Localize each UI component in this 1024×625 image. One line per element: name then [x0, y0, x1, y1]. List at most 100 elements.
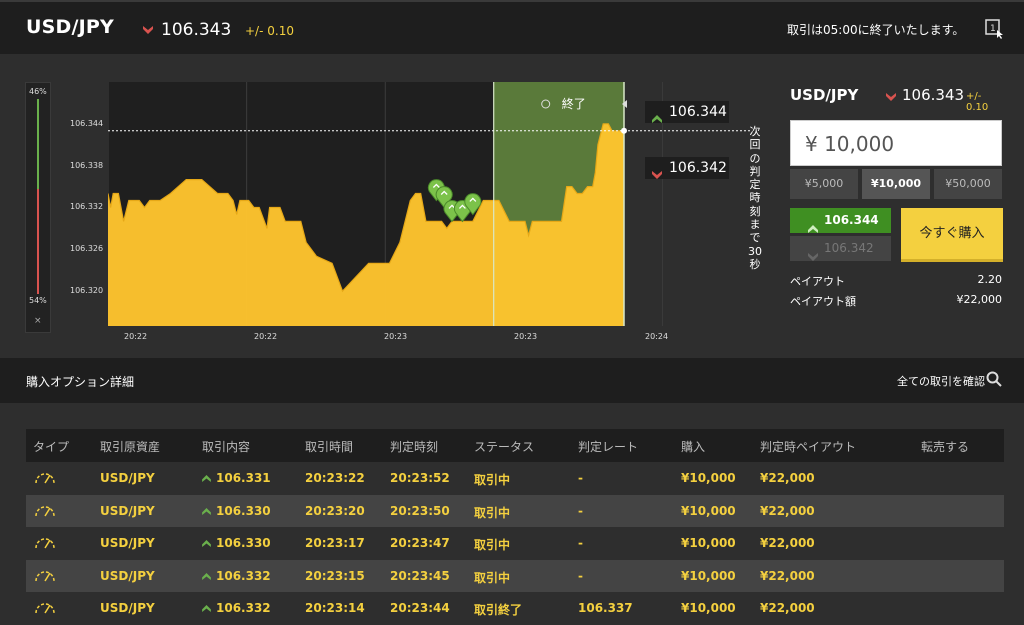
cell-payout: ¥22,000	[760, 471, 815, 485]
cell-buy: ¥10,000	[681, 536, 736, 551]
gauge-high-pct: 46%	[29, 87, 47, 96]
low-rate-tag: 106.342	[645, 157, 729, 179]
column-header: 購入	[681, 440, 706, 454]
cell-time: 20:23:14	[305, 601, 365, 616]
cell-status: 取引中	[474, 538, 511, 553]
cell-status: 取引中	[474, 570, 511, 585]
cell-buy: ¥10,000	[681, 503, 736, 518]
payout-row: ペイアウト 2.20	[790, 273, 1004, 289]
cell-payout: ¥22,000	[760, 503, 815, 518]
cell-time: 20:23:22	[305, 471, 365, 485]
table-row[interactable]: USD/JPY 106.331 20:23:22 20:23:52 取引中 - ¥10,00…	[26, 462, 1004, 495]
all-trades-link[interactable]: 全ての取引を確認	[897, 373, 985, 389]
table-row[interactable]: USD/JPY 106.332 20:23:14 20:23:44 取引終了 106.33…	[26, 592, 1004, 625]
cell-judge: 20:23:45	[390, 568, 450, 583]
cell-payout: ¥22,000	[760, 568, 815, 583]
cell-pair: USD/JPY	[100, 601, 155, 616]
y-tick-label: 106.320	[70, 286, 104, 296]
low-button-label: 106.342	[824, 241, 874, 255]
x-tick-label: 20:22	[254, 332, 278, 341]
cell-rate-value: 106.331	[216, 471, 271, 485]
cell-payout: ¥22,000	[760, 601, 815, 616]
column-header: 判定時刻	[390, 440, 439, 454]
cell-judge-rate: -	[578, 503, 583, 518]
cell-judge: 20:23:47	[390, 536, 450, 551]
cell-time: 20:23:20	[305, 503, 365, 518]
price-down-icon	[143, 26, 153, 34]
cell-rate-value: 106.330	[216, 503, 271, 518]
cell-status: 取引終了	[474, 603, 523, 618]
closing-notice: 取引は05:00に終了いたします。	[787, 23, 965, 37]
x-tick-label: 20:23	[384, 332, 408, 341]
cell-pair: USD/JPY	[100, 471, 155, 485]
cell-judge-rate: -	[578, 568, 583, 583]
speedometer-icon	[34, 501, 56, 522]
y-tick-label: 106.344	[70, 118, 104, 128]
amount-input[interactable]: ¥ 10,000	[790, 120, 1002, 166]
down-arrow-icon	[652, 164, 662, 186]
y-tick-label: 106.326	[70, 244, 104, 254]
table-row[interactable]: USD/JPY 106.332 20:23:15 20:23:45 取引中 - ¥10,00…	[26, 559, 1004, 593]
cell-judge: 20:23:50	[390, 503, 450, 518]
table-header: タイプ 取引原資産 取引内容 取引時間 判定時刻 ステータス 判定レート 購入 判定時ペイアウト…	[26, 429, 1004, 462]
cell-payout: ¥22,000	[760, 536, 815, 551]
cell-rate-value: 106.332	[216, 601, 271, 616]
cell-pair: USD/JPY	[100, 568, 155, 583]
high-button-label: 106.344	[824, 213, 879, 227]
column-header: 判定時ペイアウト	[760, 440, 857, 454]
cell-rate: 106.332	[202, 601, 271, 615]
header-price: 106.343	[161, 20, 232, 40]
column-header: ステータス	[474, 440, 535, 454]
up-arrow-icon	[202, 601, 211, 615]
up-arrow-icon	[202, 536, 211, 550]
cell-buy: ¥10,000	[681, 471, 736, 485]
up-arrow-icon	[202, 569, 211, 583]
column-header: 取引内容	[202, 440, 251, 454]
cell-judge: 20:23:52	[390, 471, 450, 485]
column-header: 取引原資産	[100, 440, 161, 454]
table-row[interactable]: USD/JPY 106.330 20:23:20 20:23:50 取引中 - ¥10,00…	[26, 494, 1004, 528]
speedometer-icon	[34, 598, 56, 619]
order-price-down-icon	[886, 93, 896, 101]
cell-rate-value: 106.332	[216, 568, 271, 583]
cell-pair: USD/JPY	[100, 536, 155, 551]
preset-5000-button[interactable]: ¥5,000	[790, 169, 858, 199]
low-arrow-icon	[808, 245, 818, 270]
y-tick-label: 106.332	[70, 202, 104, 212]
tutorial-icon[interactable]: 1	[985, 19, 1003, 39]
cell-rate: 106.330	[202, 504, 271, 518]
high-button[interactable]: 106.344	[790, 208, 891, 233]
cell-status: 取引中	[474, 505, 511, 520]
gauge-close-button[interactable]: ×	[34, 316, 42, 326]
preset-50000-button[interactable]: ¥50,000	[934, 169, 1002, 199]
header-pair: USD/JPY	[26, 16, 114, 38]
up-arrow-icon	[202, 504, 211, 518]
sentiment-gauge: 46% 54% ×	[25, 82, 51, 333]
table-row[interactable]: USD/JPY 106.330 20:23:17 20:23:47 取引中 - ¥10,00…	[26, 527, 1004, 560]
gauge-low-pct: 54%	[29, 296, 47, 305]
up-arrow-icon	[202, 471, 211, 485]
payout-amount-row: ペイアウト額 ¥22,000	[790, 293, 1004, 309]
closed-label: 終了	[562, 96, 586, 111]
gauge-low-bar	[37, 189, 39, 294]
cell-rate: 106.332	[202, 569, 271, 583]
current-price-dot	[621, 127, 627, 134]
y-tick-label: 106.338	[70, 160, 104, 170]
header-change: +/- 0.10	[245, 24, 294, 38]
speedometer-icon	[34, 468, 56, 489]
speedometer-icon	[34, 566, 56, 587]
low-button[interactable]: 106.342	[790, 236, 891, 261]
cell-status: 取引中	[474, 473, 511, 487]
high-rate-tag: 106.344	[645, 101, 729, 123]
low-rate-value: 106.342	[669, 160, 727, 176]
preset-10000-button[interactable]: ¥10,000	[862, 169, 930, 199]
search-icon[interactable]	[986, 371, 1002, 391]
order-pair: USD/JPY	[790, 86, 859, 104]
high-rate-value: 106.344	[669, 104, 727, 120]
cell-pair: USD/JPY	[100, 503, 155, 518]
x-tick-label: 20:22	[124, 332, 148, 341]
buy-now-button[interactable]: 今すぐ購入	[901, 208, 1003, 262]
cell-time: 20:23:17	[305, 536, 365, 551]
speedometer-icon	[34, 533, 56, 554]
payout-amount-label: ペイアウト額	[790, 295, 856, 308]
